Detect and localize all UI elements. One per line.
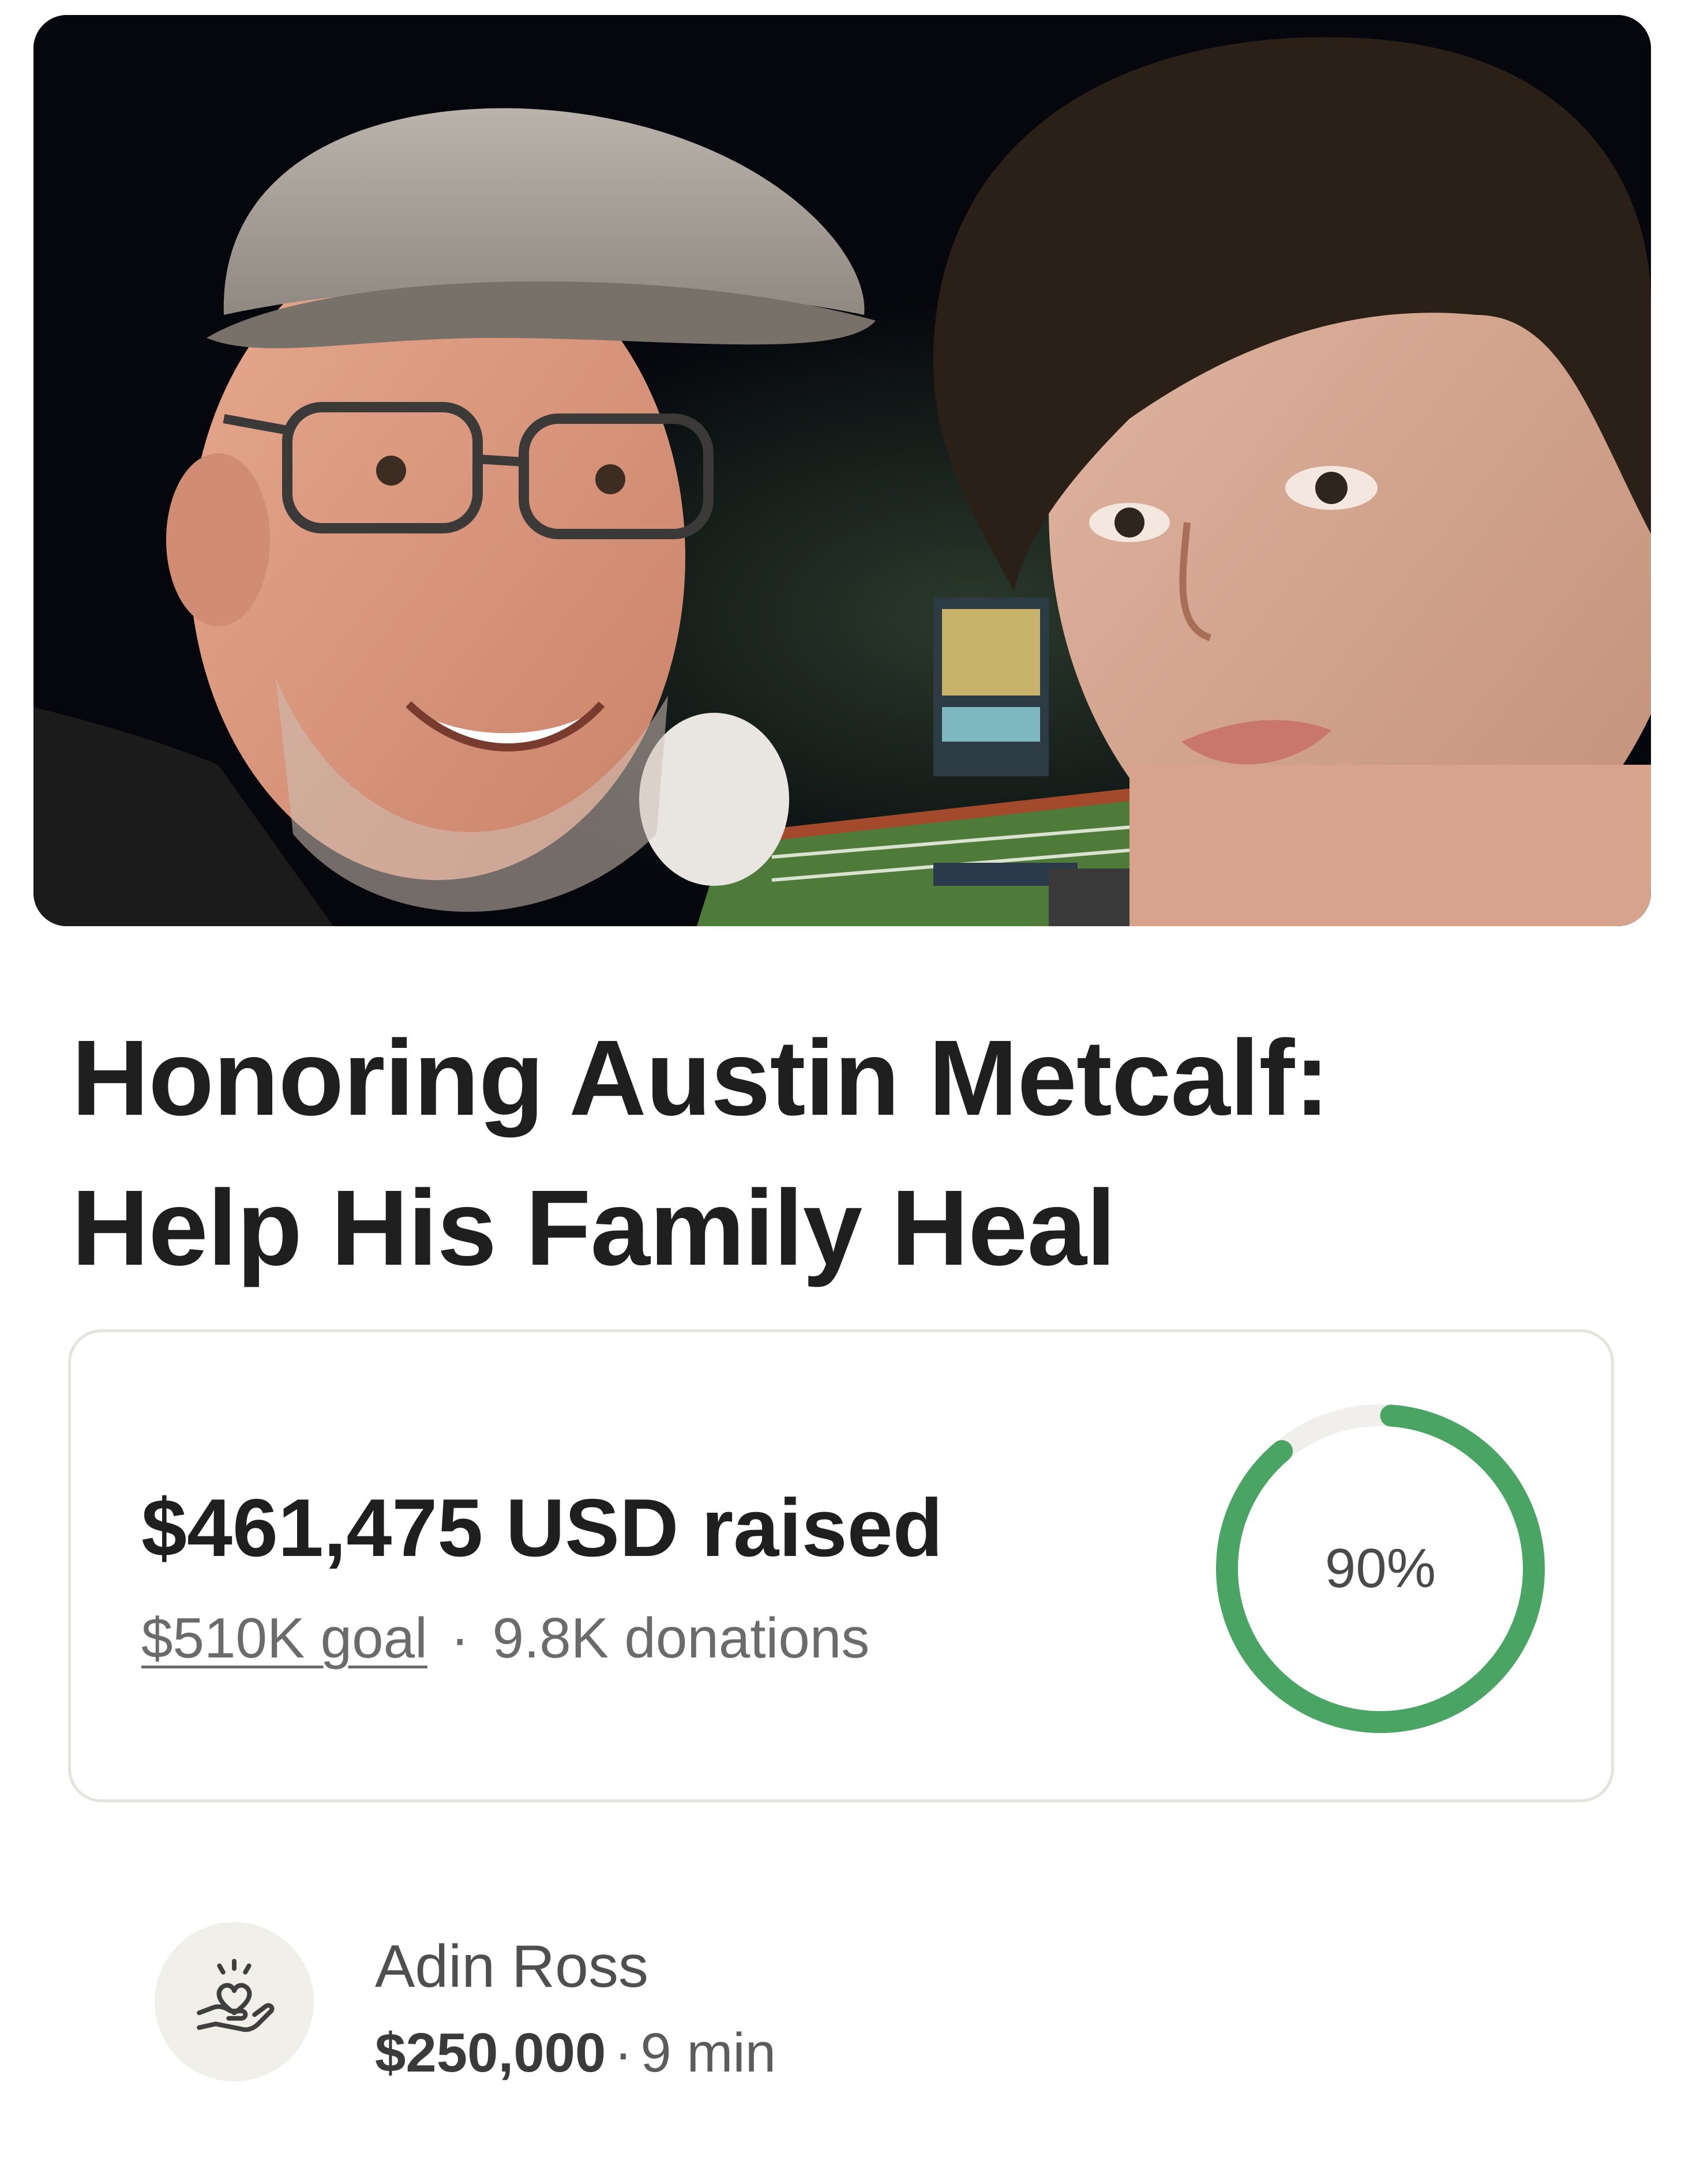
campaign-cover-photo[interactable] [33, 15, 1651, 926]
donation-time: 9 min [640, 2022, 776, 2084]
donation-count: 9.8K donations [492, 1606, 870, 1670]
campaign-title: Honoring Austin Metcalf: Help His Family… [72, 1003, 1571, 1303]
cover-photo-illustration [33, 15, 1651, 926]
donation-separator: · [614, 2022, 633, 2084]
meta-separator: · [450, 1606, 470, 1670]
donor-name: Adin Ross [375, 1933, 648, 2000]
donation-amount: $250,000 [375, 2022, 606, 2084]
donation-details: $250,000 · 9 min [375, 2016, 776, 2091]
donor-avatar [155, 1922, 314, 2081]
amount-raised: $461,475 USD raised [141, 1482, 943, 1574]
campaign-title-line-2: Help His Family Heal [72, 1168, 1116, 1288]
recent-donation[interactable]: Adin Ross $250,000 · 9 min [155, 1912, 1539, 2102]
progress-ring: 90% [1207, 1396, 1553, 1742]
heart-in-hand-icon [197, 1959, 275, 2032]
goal-and-donations: $510K goal · 9.8K donations [141, 1600, 869, 1675]
fundraising-progress-card[interactable]: $461,475 USD raised $510K goal · 9.8K dona… [68, 1329, 1614, 1802]
progress-percent-label: 90% [1324, 1538, 1436, 1599]
goal-link[interactable]: $510K goal [141, 1606, 427, 1670]
campaign-title-line-1: Honoring Austin Metcalf: [72, 1018, 1330, 1138]
